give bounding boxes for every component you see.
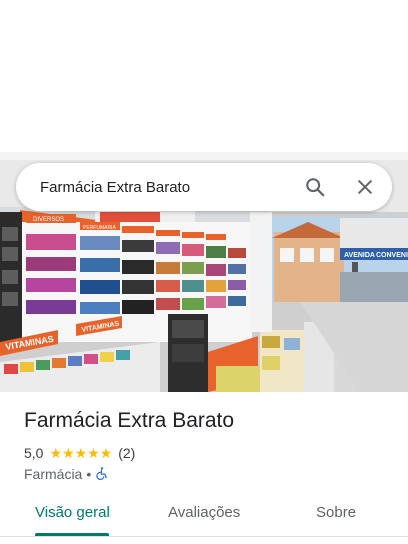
search-input[interactable]: Farmácia Extra Barato: [40, 179, 298, 196]
top-blank-area: [0, 0, 408, 152]
star-rating: ★★★★★: [49, 444, 113, 461]
place-tabs: Visão geral Avaliações Sobre: [0, 500, 408, 536]
wheelchair-accessible-icon: [95, 466, 109, 483]
store-sign-conveniencia: CONVENIÊ: [376, 250, 408, 259]
tabs-divider: [0, 536, 408, 537]
rating-value: 5,0: [24, 445, 44, 461]
tab-about[interactable]: Sobre: [316, 504, 356, 521]
tab-reviews[interactable]: Avaliações: [168, 504, 240, 521]
category-row: Farmácia •: [24, 465, 109, 483]
rating-row[interactable]: 5,0 ★★★★★ (2): [24, 444, 135, 462]
close-icon[interactable]: [348, 170, 382, 204]
store-sign-avenida: AVENIDA: [344, 252, 375, 259]
tab-overview[interactable]: Visão geral: [35, 504, 110, 521]
separator-dot: •: [86, 466, 92, 482]
search-bar[interactable]: Farmácia Extra Barato: [16, 163, 392, 211]
search-icon[interactable]: [298, 170, 332, 204]
shelf-sign-perfumaria: PERFUMARIA: [83, 225, 116, 231]
review-count[interactable]: (2): [118, 445, 135, 461]
shelf-sign-diversos: DIVERSOS: [33, 217, 64, 223]
place-title: Farmácia Extra Barato: [24, 409, 235, 432]
place-category[interactable]: Farmácia: [24, 466, 82, 482]
